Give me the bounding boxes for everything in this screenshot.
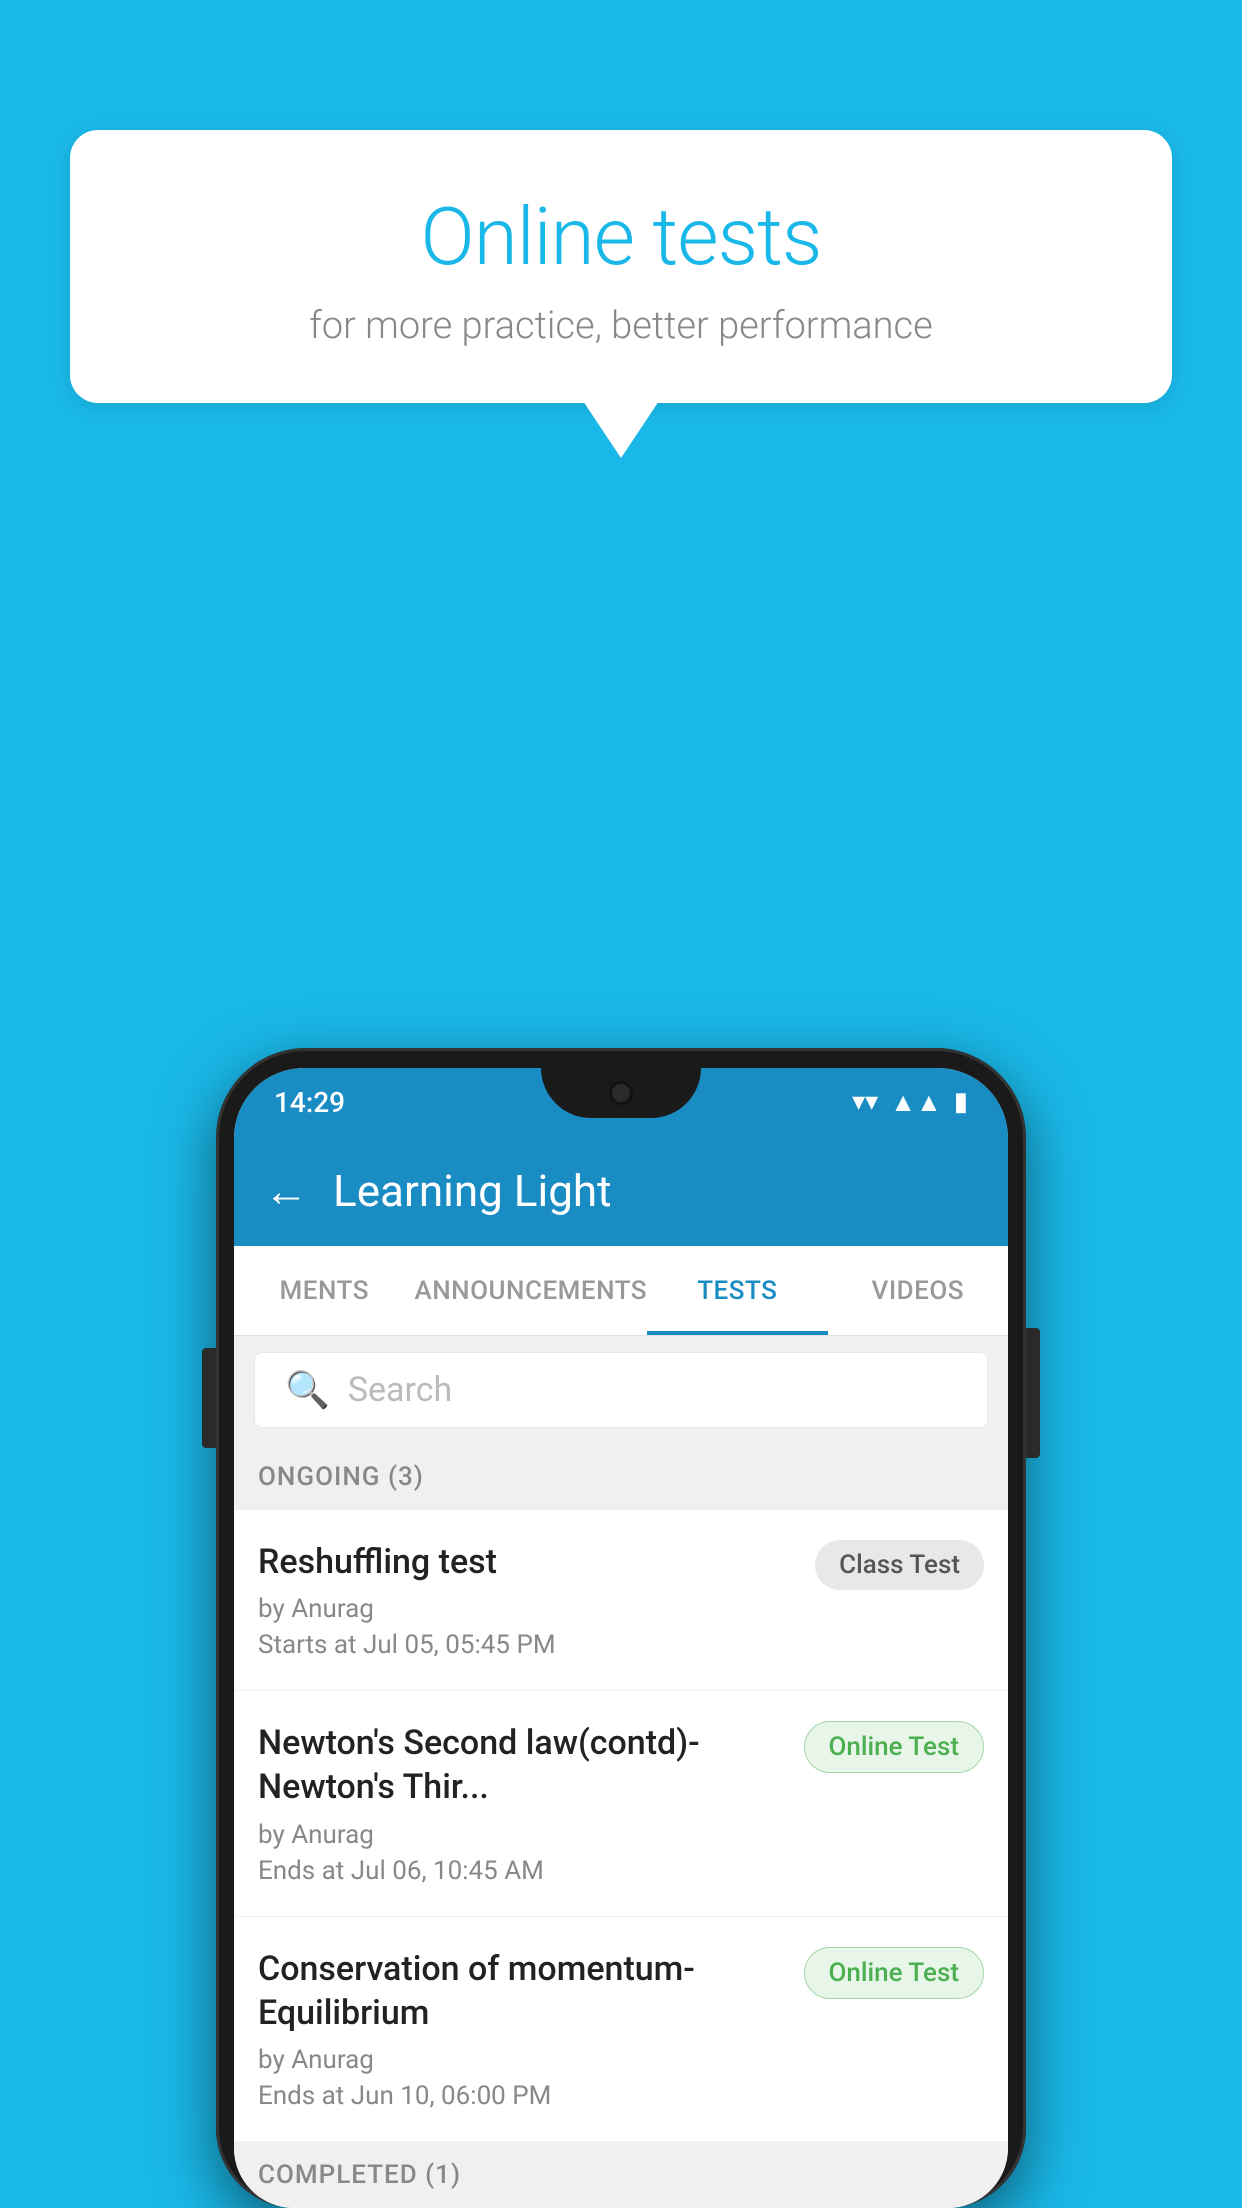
test-list: Reshuffling test by Anurag Starts at Jul… [234, 1510, 1008, 2142]
ongoing-section-header: ONGOING (3) [234, 1444, 1008, 1510]
tab-videos[interactable]: VIDEOS [828, 1246, 1008, 1335]
test-badge-3: Online Test [804, 1947, 985, 1999]
signal-icon: ▲▲ [890, 1087, 941, 1118]
bubble-subtitle: for more practice, better performance [120, 304, 1122, 348]
search-bar[interactable]: 🔍 Search [254, 1352, 988, 1428]
bubble-title: Online tests [120, 190, 1122, 284]
status-icons: ▾▾ ▲▲ ▮ [852, 1087, 968, 1118]
tab-announcements[interactable]: ANNOUNCEMENTS [414, 1246, 647, 1335]
test-info-2: Newton's Second law(contd)-Newton's Thir… [258, 1721, 804, 1885]
battery-icon: ▮ [954, 1087, 968, 1117]
completed-section-header: COMPLETED (1) [234, 2142, 1008, 2208]
phone-outer: 14:29 ▾▾ ▲▲ ▮ ← Learning Light MENTS ANN… [216, 1048, 1026, 2208]
test-badge-1: Class Test [815, 1540, 984, 1590]
test-name-1: Reshuffling test [258, 1540, 795, 1584]
phone-wrapper: 14:29 ▾▾ ▲▲ ▮ ← Learning Light MENTS ANN… [216, 1048, 1026, 2208]
test-time-2: Ends at Jul 06, 10:45 AM [258, 1856, 784, 1886]
test-info-1: Reshuffling test by Anurag Starts at Jul… [258, 1540, 815, 1660]
status-bar: 14:29 ▾▾ ▲▲ ▮ [234, 1068, 1008, 1136]
test-name-2: Newton's Second law(contd)-Newton's Thir… [258, 1721, 784, 1809]
ongoing-label: ONGOING (3) [258, 1462, 424, 1492]
wifi-icon: ▾▾ [852, 1087, 878, 1117]
test-item-reshuffling[interactable]: Reshuffling test by Anurag Starts at Jul… [234, 1510, 1008, 1691]
search-container: 🔍 Search [234, 1336, 1008, 1444]
notch [541, 1068, 701, 1118]
camera-dot [609, 1081, 633, 1105]
back-button[interactable]: ← [264, 1165, 308, 1217]
phone-screen: 14:29 ▾▾ ▲▲ ▮ ← Learning Light MENTS ANN… [234, 1068, 1008, 2208]
test-name-3: Conservation of momentum-Equilibrium [258, 1947, 784, 2035]
test-by-3: by Anurag [258, 2045, 784, 2075]
test-time-1: Starts at Jul 05, 05:45 PM [258, 1630, 795, 1660]
search-placeholder: Search [348, 1370, 452, 1410]
search-icon: 🔍 [285, 1369, 330, 1411]
test-info-3: Conservation of momentum-Equilibrium by … [258, 1947, 804, 2111]
test-badge-2: Online Test [804, 1721, 985, 1773]
test-item-conservation[interactable]: Conservation of momentum-Equilibrium by … [234, 1917, 1008, 2142]
test-by-1: by Anurag [258, 1594, 795, 1624]
app-bar: ← Learning Light [234, 1136, 1008, 1246]
test-time-3: Ends at Jun 10, 06:00 PM [258, 2081, 784, 2111]
status-time: 14:29 [274, 1086, 345, 1119]
speech-bubble-container: Online tests for more practice, better p… [70, 130, 1172, 403]
completed-label: COMPLETED (1) [258, 2160, 461, 2190]
tab-tests[interactable]: TESTS [647, 1246, 827, 1335]
app-title: Learning Light [333, 1165, 612, 1217]
tabs-bar: MENTS ANNOUNCEMENTS TESTS VIDEOS [234, 1246, 1008, 1336]
speech-bubble: Online tests for more practice, better p… [70, 130, 1172, 403]
test-by-2: by Anurag [258, 1820, 784, 1850]
test-item-newton[interactable]: Newton's Second law(contd)-Newton's Thir… [234, 1691, 1008, 1916]
tab-ments[interactable]: MENTS [234, 1246, 414, 1335]
